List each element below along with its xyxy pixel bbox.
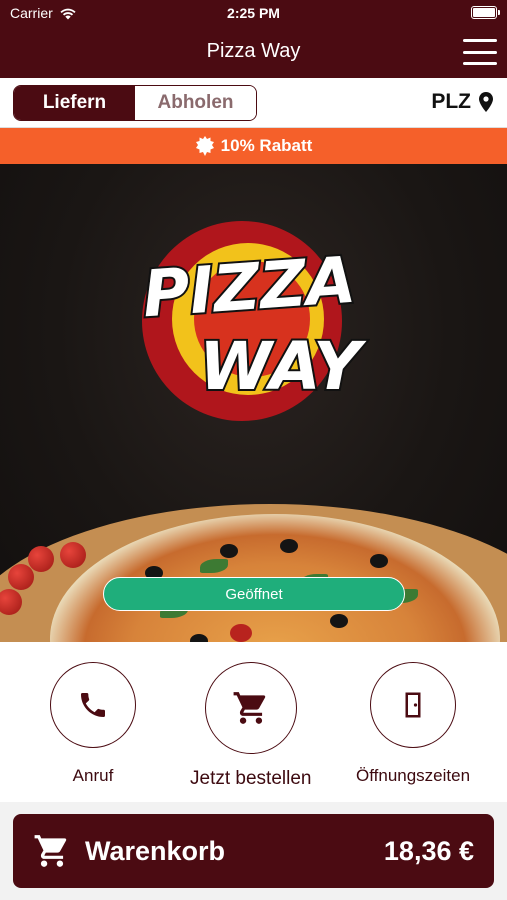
nav-bar: Pizza Way [0, 26, 507, 78]
location-pin-icon [479, 92, 493, 112]
logo-text-way: WAY [199, 328, 367, 405]
status-bar: Carrier 2:25 PM [0, 0, 507, 26]
cart-label: Warenkorb [85, 835, 226, 866]
call-label: Anruf [72, 766, 114, 785]
promo-text: 10% Rabatt [220, 136, 313, 155]
opening-hours-label: Öffnungszeiten [356, 766, 471, 785]
status-time: 2:25 PM [227, 5, 280, 21]
logo-text-pizza: PIZZA [140, 244, 358, 333]
page-title: Pizza Way [206, 40, 301, 62]
segment-abholen[interactable]: Abholen [135, 86, 256, 120]
hamburger-menu-icon[interactable] [463, 39, 497, 65]
call-button[interactable]: Anruf [50, 662, 136, 786]
order-now-button[interactable]: Jetzt bestellen [190, 662, 311, 790]
call-circle [50, 662, 136, 748]
open-status-button[interactable]: Geöffnet [103, 577, 405, 611]
order-mode-segment: Liefern Abholen [13, 85, 257, 121]
cart-button[interactable]: Warenkorb 18,36 € [13, 814, 494, 888]
cart-total: 18,36 € [383, 835, 474, 866]
cart-icon [233, 692, 265, 724]
order-now-circle [204, 662, 297, 754]
opening-hours-button[interactable]: Öffnungszeiten [356, 662, 470, 786]
badge-icon [195, 136, 214, 156]
battery-icon [471, 6, 500, 19]
plz-label: PLZ [431, 90, 471, 113]
pizza-way-logo: PIZZA WAY [138, 221, 369, 421]
order-mode-bar: Liefern Abholen PLZ [0, 78, 507, 128]
hero-image: PIZZA WAY [0, 164, 507, 642]
phone-icon [81, 693, 105, 717]
promo-banner: 10% Rabatt [0, 128, 507, 164]
cart-icon [34, 835, 67, 867]
quick-actions: Anruf Jetzt bestellen Öffnungszeiten [0, 642, 507, 802]
segment-liefern[interactable]: Liefern [14, 86, 135, 120]
plz-selector[interactable]: PLZ [431, 90, 493, 114]
opening-hours-circle [370, 662, 457, 748]
door-icon [405, 692, 421, 718]
order-now-label: Jetzt bestellen [190, 768, 312, 789]
